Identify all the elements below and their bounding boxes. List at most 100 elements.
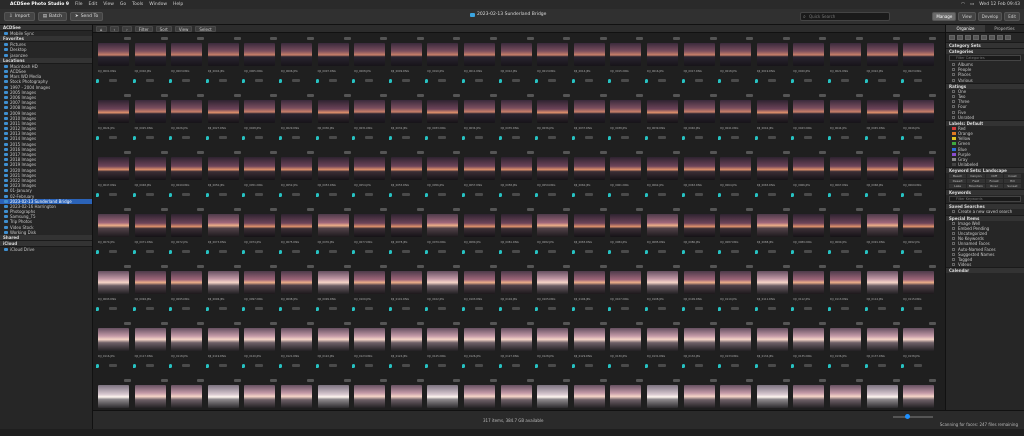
photo-thumbnail[interactable] [244, 385, 276, 408]
thumbnail-item[interactable]: DJI_0109.DNG [681, 262, 717, 317]
checkbox-icon[interactable] [952, 252, 955, 256]
thumbnail-item[interactable]: DJI_0078.JPG [388, 205, 424, 260]
photo-thumbnail[interactable] [866, 100, 898, 123]
photo-thumbnail[interactable] [720, 214, 752, 237]
thumbnail-item[interactable]: DJI_0111.DNG [754, 262, 790, 317]
thumbnail-item[interactable]: DJI_0107.DNG [607, 262, 644, 317]
thumbnail-item[interactable]: DJI_0008.JPG [351, 34, 388, 89]
thumbnail-item[interactable]: DJI_0044.JPG [827, 91, 863, 146]
thumbnail-item[interactable]: DJI_0130.JPG [607, 319, 644, 374]
thumbnail-item[interactable]: DJI_0115.DNG [900, 262, 937, 317]
photo-thumbnail[interactable] [390, 157, 422, 180]
photo-thumbnail[interactable] [866, 328, 898, 351]
thumbnail-item[interactable]: DJI_0010.JPG [424, 34, 461, 89]
thumbnail-item[interactable]: DJI_0072.JPG [168, 205, 205, 260]
thumbnail-item[interactable]: DJI_0100.JPG [351, 262, 388, 317]
label-color-swatch[interactable] [952, 158, 956, 161]
thumbnail-item[interactable]: DJI_0119.DNG [205, 319, 241, 374]
photo-thumbnail[interactable] [207, 157, 239, 180]
keyword-button[interactable]: Lake [949, 184, 967, 189]
photo-thumbnail[interactable] [317, 43, 349, 66]
photo-thumbnail[interactable] [793, 385, 825, 408]
photo-thumbnail[interactable] [134, 43, 166, 66]
thumbnail-item[interactable]: DJI_0041.DNG [717, 91, 754, 146]
photo-thumbnail[interactable] [830, 385, 861, 408]
photo-thumbnail[interactable] [647, 385, 678, 408]
thumbnail-item[interactable]: DJI_0132.JPG [681, 319, 717, 374]
photo-thumbnail[interactable] [281, 157, 312, 180]
thumbnail-item[interactable]: DJI_0006.JPG [278, 34, 314, 89]
thumbnail-item[interactable]: DJI_0036.JPG [534, 91, 571, 146]
thumbnail-item[interactable]: DJI_0123.DNG [351, 319, 388, 374]
photo-thumbnail[interactable] [903, 157, 935, 180]
sort-button[interactable]: Sort [155, 25, 172, 32]
swatch[interactable] [973, 35, 979, 40]
thumbnail-item[interactable]: DJI_0083.DNG [571, 205, 607, 260]
photo-thumbnail[interactable] [683, 271, 715, 294]
photo-thumbnail[interactable] [317, 385, 349, 408]
photo-thumbnail[interactable] [500, 385, 532, 408]
thumbnail-item[interactable]: DJI_0108.JPG [644, 262, 680, 317]
photo-thumbnail[interactable] [500, 271, 532, 294]
thumbnail-item[interactable]: DJI_0089.DNG [790, 205, 827, 260]
photo-thumbnail[interactable] [354, 271, 386, 294]
panel-item[interactable]: Videos [946, 262, 1024, 267]
checkbox-icon[interactable] [952, 226, 955, 230]
thumbnail-item[interactable]: DJI_0062.JPG [644, 148, 680, 203]
thumbnail-item[interactable]: DJI_0061.DNG [607, 148, 644, 203]
thumbnail-item[interactable]: DJI_0093.DNG [95, 262, 131, 317]
thumbnail-item[interactable]: DJI_0138.JPG [900, 319, 937, 374]
photo-thumbnail[interactable] [903, 214, 935, 237]
photo-thumbnail[interactable] [317, 157, 349, 180]
photo-thumbnail[interactable] [354, 214, 386, 237]
photo-thumbnail[interactable] [354, 157, 386, 180]
photo-thumbnail[interactable] [207, 214, 239, 237]
thumbnail-item[interactable]: DJI_0048.JPG [132, 148, 168, 203]
panel-item[interactable]: Create a new saved search [946, 209, 1024, 214]
photo-thumbnail[interactable] [98, 328, 129, 351]
select-button[interactable]: Select [195, 25, 216, 32]
thumbnail-item[interactable]: DJI_0064.JPG [717, 148, 754, 203]
panel-filter-input[interactable]: Filter Keywords [949, 196, 1021, 203]
photo-thumbnail[interactable] [756, 157, 788, 180]
thumbnail-item[interactable]: DJI_0097.DNG [241, 262, 278, 317]
thumbnail-item[interactable]: DJI_0013.DNG [534, 34, 571, 89]
photo-thumbnail[interactable] [830, 328, 861, 351]
photo-thumbnail[interactable] [537, 100, 569, 123]
thumbnail-item[interactable]: DJI_0074.JPG [241, 205, 278, 260]
thumbnail-item[interactable]: DJI_0131.DNG [644, 319, 680, 374]
thumbnail-item[interactable]: DJI_0001.DNG [95, 34, 131, 89]
photo-thumbnail[interactable] [171, 271, 203, 294]
thumbnail-item[interactable]: DJI_0005.DNG [241, 34, 278, 89]
keyword-button[interactable]: Mountain [967, 184, 985, 189]
thumbnail-item[interactable]: DJI_0082.JPG [534, 205, 571, 260]
photo-thumbnail[interactable] [281, 271, 312, 294]
photo-thumbnail[interactable] [244, 157, 276, 180]
thumbnail-item[interactable]: DJI_0085.DNG [644, 205, 680, 260]
sidebar-item[interactable]: iCloud Drive [0, 247, 92, 252]
photo-thumbnail[interactable] [427, 100, 459, 123]
label-color-swatch[interactable] [952, 132, 956, 136]
thumbnail-item[interactable]: DJI_0106.JPG [571, 262, 607, 317]
mode-develop[interactable]: Develop [977, 12, 1003, 21]
thumbnail-item[interactable]: DJI_0027.DNG [205, 91, 241, 146]
photo-thumbnail[interactable] [720, 328, 752, 351]
photo-thumbnail[interactable] [647, 100, 678, 123]
checkbox-icon[interactable] [952, 89, 955, 93]
thumbnail-item[interactable]: DJI_0128.JPG [534, 319, 571, 374]
photo-thumbnail[interactable] [134, 328, 166, 351]
thumbnail-item[interactable]: DJI_0066.JPG [790, 148, 827, 203]
checkbox-icon[interactable] [952, 231, 955, 235]
photo-thumbnail[interactable] [683, 328, 715, 351]
thumbnail-item[interactable]: DJI_0055.DNG [388, 148, 424, 203]
thumbnail-item[interactable]: DJI_0114.JPG [864, 262, 900, 317]
thumbnail-item[interactable]: DJI_0051.DNG [241, 148, 278, 203]
thumbnail-item[interactable]: DJI_0057.DNG [461, 148, 497, 203]
photo-thumbnail[interactable] [683, 385, 715, 408]
photo-thumbnail[interactable] [830, 271, 861, 294]
checkbox-icon[interactable] [952, 115, 955, 119]
checkbox-icon[interactable] [952, 110, 955, 114]
thumbnail-item[interactable]: DJI_0101.DNG [388, 262, 424, 317]
thumbnail-item[interactable]: DJI_0105.DNG [534, 262, 571, 317]
clock[interactable]: Wed 12 Feb 09:43 [979, 2, 1020, 7]
